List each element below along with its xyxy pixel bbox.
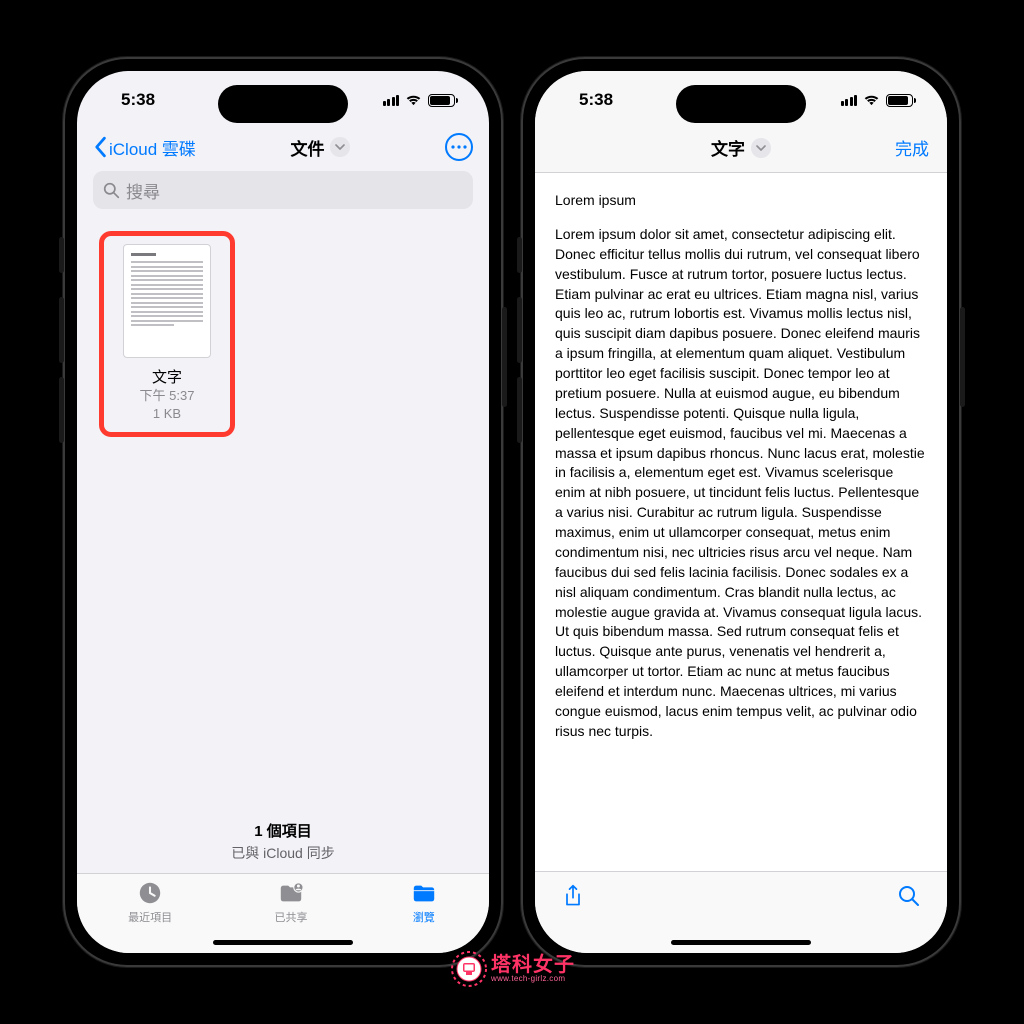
search-icon [103,182,120,199]
files-app-screen: 5:38 iCloud 雲碟 文件 搜尋 [77,71,489,953]
item-count: 1 個項目 [77,820,489,841]
sync-status: 已與 iCloud 同步 [77,843,489,863]
paragraph-1: Lorem ipsum [555,191,927,211]
signal-icon [841,95,858,106]
search-button[interactable] [897,884,921,913]
file-name: 文字 [110,366,224,387]
nav-bar: 文字 完成 [535,129,947,172]
watermark-url: www.tech-girlz.com [491,975,575,983]
file-thumbnail [123,244,211,358]
file-time: 下午 5:37 [110,387,224,405]
nav-title[interactable]: 文件 [290,135,350,160]
wifi-icon [405,94,422,106]
share-icon [561,884,585,908]
dynamic-island [218,85,348,123]
share-button[interactable] [561,884,585,913]
bottom-toolbar [535,871,947,925]
more-button[interactable] [445,133,473,161]
signal-icon [383,95,400,106]
chevron-down-icon [751,138,771,158]
tab-recent[interactable]: 最近項目 [128,880,172,953]
search-icon [897,884,921,908]
text-content[interactable]: Lorem ipsum Lorem ipsum dolor sit amet, … [535,173,947,871]
search-placeholder: 搜尋 [126,178,160,203]
status-time: 5:38 [121,90,155,110]
home-indicator[interactable] [213,940,353,945]
phone-frame-left: 5:38 iCloud 雲碟 文件 搜尋 [63,57,503,967]
battery-icon [428,94,455,107]
tab-browse[interactable]: 瀏覽 [410,880,438,953]
battery-icon [886,94,913,107]
status-time: 5:38 [579,90,613,110]
search-input[interactable]: 搜尋 [93,171,473,209]
file-grid: 文字 下午 5:37 1 KB [77,219,489,814]
text-viewer-screen: 5:38 文字 完成 Lorem ipsum Lorem ipsum [535,71,947,953]
back-button[interactable]: iCloud 雲碟 [93,135,196,160]
paragraph-2: Lorem ipsum dolor sit amet, consectetur … [555,225,927,742]
folder-summary: 1 個項目 已與 iCloud 同步 [77,814,489,873]
chevron-left-icon [93,136,107,158]
clock-icon [136,880,164,906]
ellipsis-icon [451,145,467,149]
done-button[interactable]: 完成 [895,135,929,160]
home-indicator[interactable] [671,940,811,945]
nav-title[interactable]: 文字 [711,135,771,160]
shared-folder-icon [277,880,305,906]
nav-bar: iCloud 雲碟 文件 [77,129,489,171]
wifi-icon [863,94,880,106]
file-size: 1 KB [110,405,224,423]
folder-icon [410,880,438,906]
dynamic-island [676,85,806,123]
file-item-highlighted[interactable]: 文字 下午 5:37 1 KB [99,231,235,437]
chevron-down-icon [330,137,350,157]
phone-frame-right: 5:38 文字 完成 Lorem ipsum Lorem ipsum [521,57,961,967]
back-label: iCloud 雲碟 [109,135,196,160]
